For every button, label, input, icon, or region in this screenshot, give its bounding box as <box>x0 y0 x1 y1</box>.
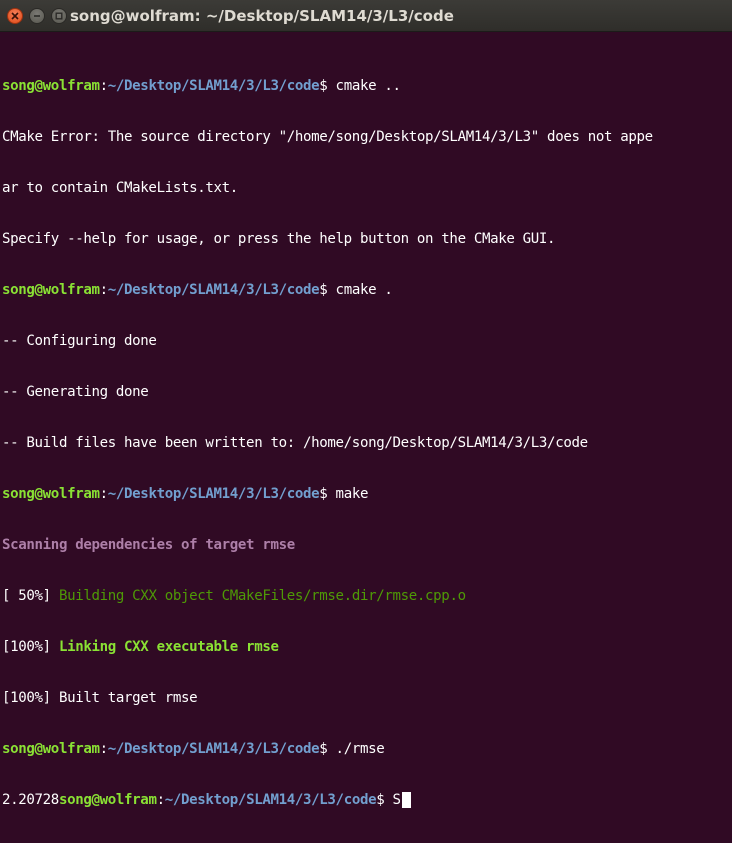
maximize-icon <box>55 12 63 19</box>
close-button[interactable] <box>7 7 23 24</box>
command-text: ./rmse <box>327 741 385 757</box>
prompt-path: ~/Desktop/SLAM14/3/L3/code <box>107 486 320 502</box>
title-bar[interactable]: song@wolfram: ~/Desktop/SLAM14/3/L3/code <box>0 0 732 32</box>
maximize-button[interactable] <box>51 7 67 24</box>
output-line: [ 50%] Building CXX object CMakeFiles/rm… <box>2 588 466 604</box>
minimize-button[interactable] <box>29 7 45 24</box>
window-title: song@wolfram: ~/Desktop/SLAM14/3/L3/code <box>70 7 454 25</box>
output-line: ar to contain CMakeLists.txt. <box>2 180 238 196</box>
prompt-path: ~/Desktop/SLAM14/3/L3/code <box>164 792 377 808</box>
prompt-user-host: song@wolfram <box>2 741 100 757</box>
prompt-line[interactable]: 2.20728song@wolfram:~/Desktop/SLAM14/3/L… <box>2 792 732 809</box>
prompt-path: ~/Desktop/SLAM14/3/L3/code <box>107 282 320 298</box>
terminal-window: song@wolfram: ~/Desktop/SLAM14/3/L3/code… <box>0 0 732 808</box>
prompt-line: song@wolfram:~/Desktop/SLAM14/3/L3/code$… <box>2 486 369 502</box>
prompt-user-host: song@wolfram <box>2 282 100 298</box>
prompt-line: song@wolfram:~/Desktop/SLAM14/3/L3/code$… <box>2 282 393 298</box>
window-controls <box>0 7 67 24</box>
typed-input: S <box>384 792 402 808</box>
prompt-path: ~/Desktop/SLAM14/3/L3/code <box>107 78 320 94</box>
output-line: -- Configuring done <box>2 333 157 349</box>
prompt-line: song@wolfram:~/Desktop/SLAM14/3/L3/code$… <box>2 78 401 94</box>
command-text: make <box>327 486 369 502</box>
output-line: Specify --help for usage, or press the h… <box>2 231 556 247</box>
prompt-user-host: song@wolfram <box>58 792 157 808</box>
output-line: [100%] Linking CXX executable rmse <box>2 639 279 655</box>
output-line: -- Generating done <box>2 384 149 400</box>
program-output: 2.20728 <box>2 792 59 808</box>
output-line: CMake Error: The source directory "/home… <box>2 129 653 145</box>
prompt-user-host: song@wolfram <box>2 78 100 94</box>
output-line: Scanning dependencies of target rmse <box>2 537 295 553</box>
command-text: cmake . <box>327 282 393 298</box>
text-cursor <box>401 792 411 808</box>
minimize-icon <box>34 14 40 17</box>
command-text: cmake .. <box>327 78 401 94</box>
prompt-path: ~/Desktop/SLAM14/3/L3/code <box>107 741 320 757</box>
prompt-line: song@wolfram:~/Desktop/SLAM14/3/L3/code$… <box>2 741 385 757</box>
close-icon <box>11 11 19 20</box>
prompt-user-host: song@wolfram <box>2 486 100 502</box>
output-line: [100%] Built target rmse <box>2 690 198 706</box>
